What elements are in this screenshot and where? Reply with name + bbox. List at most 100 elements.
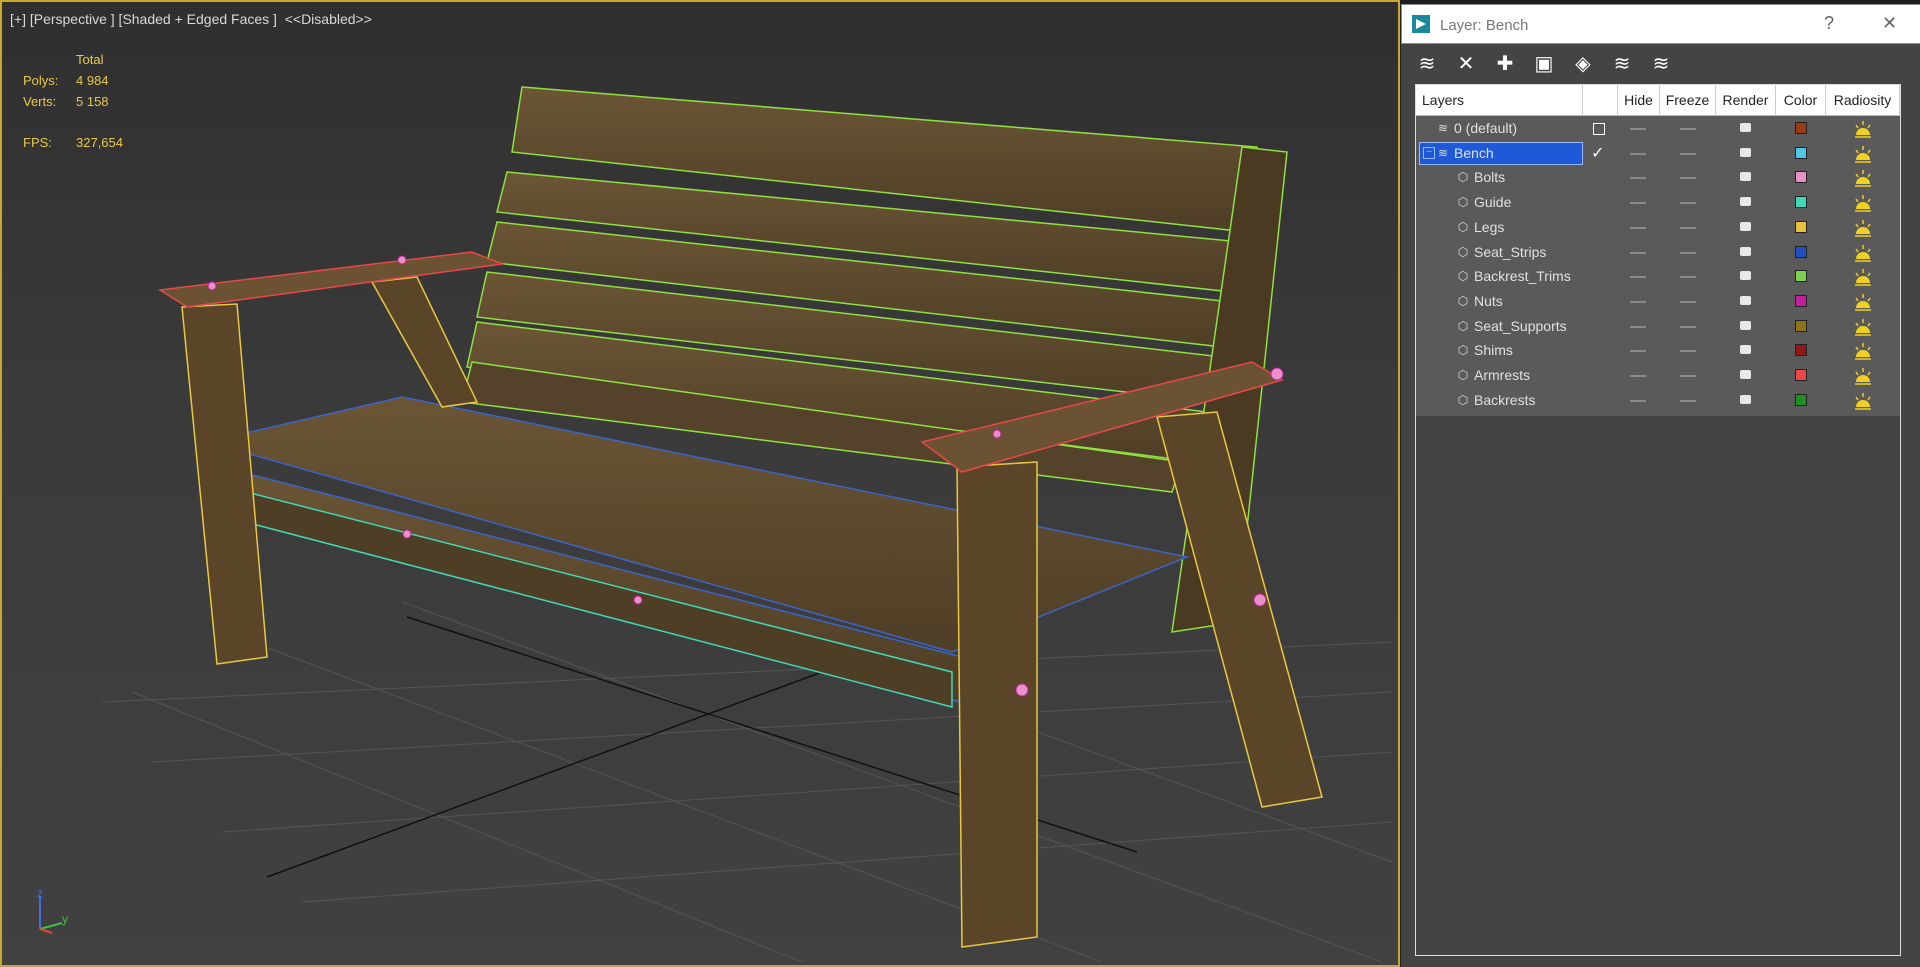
highlight-layer-icon[interactable]: ◈ bbox=[1571, 52, 1595, 76]
layer-color-swatch[interactable] bbox=[1795, 196, 1807, 209]
freeze-toggle[interactable] bbox=[1680, 276, 1696, 279]
help-button[interactable]: ? bbox=[1824, 13, 1834, 34]
render-teapot-icon[interactable] bbox=[1740, 370, 1751, 379]
render-teapot-icon[interactable] bbox=[1740, 172, 1751, 182]
freeze-toggle[interactable] bbox=[1680, 152, 1696, 155]
layer-name[interactable]: 0 (default) bbox=[1454, 120, 1517, 136]
radiosity-sun-icon[interactable] bbox=[1853, 292, 1873, 312]
render-teapot-icon[interactable] bbox=[1740, 295, 1751, 305]
hide-toggle[interactable] bbox=[1630, 350, 1646, 353]
layer-color-swatch[interactable] bbox=[1795, 270, 1807, 283]
layer-row[interactable]: ⬡ Armrests bbox=[1416, 363, 1900, 388]
render-teapot-icon[interactable] bbox=[1740, 394, 1751, 404]
radiosity-sun-icon[interactable] bbox=[1853, 218, 1873, 238]
freeze-toggle[interactable] bbox=[1680, 226, 1696, 229]
column-render[interactable]: Render bbox=[1716, 85, 1776, 115]
viewport-label[interactable]: [+] [Perspective ] [Shaded + Edged Faces… bbox=[10, 11, 372, 27]
hide-toggle[interactable] bbox=[1630, 375, 1646, 377]
layer-row[interactable]: ⬡ Guide bbox=[1416, 190, 1900, 215]
radiosity-sun-icon[interactable] bbox=[1853, 243, 1873, 263]
column-state[interactable] bbox=[1583, 85, 1618, 115]
render-teapot-icon[interactable] bbox=[1740, 147, 1751, 157]
add-to-layer-icon[interactable]: ✚ bbox=[1493, 52, 1517, 76]
freeze-toggle[interactable] bbox=[1680, 325, 1696, 328]
delete-layer-icon[interactable]: ✕ bbox=[1454, 52, 1478, 76]
active-layer-check-icon[interactable]: ✓ bbox=[1591, 143, 1604, 163]
collapse-icon[interactable]: − bbox=[1423, 146, 1435, 159]
layer-color-swatch[interactable] bbox=[1795, 294, 1807, 307]
select-objects-icon[interactable]: ▣ bbox=[1532, 52, 1556, 76]
layer-row[interactable]: ⬡ Backrest_Trims bbox=[1416, 264, 1900, 289]
hide-toggle[interactable] bbox=[1630, 128, 1646, 130]
layer-name[interactable]: Shims bbox=[1474, 342, 1513, 358]
hide-toggle[interactable] bbox=[1630, 276, 1646, 279]
column-hide[interactable]: Hide bbox=[1618, 85, 1660, 115]
render-teapot-icon[interactable] bbox=[1740, 123, 1751, 132]
render-teapot-icon[interactable] bbox=[1740, 320, 1751, 330]
render-teapot-icon[interactable] bbox=[1740, 246, 1751, 256]
freeze-toggle[interactable] bbox=[1680, 375, 1696, 377]
freeze-toggle[interactable] bbox=[1680, 399, 1696, 402]
freeze-toggle[interactable] bbox=[1680, 350, 1696, 353]
hide-all-layers-icon[interactable]: ≋ bbox=[1610, 52, 1634, 76]
hide-toggle[interactable] bbox=[1630, 399, 1646, 402]
layer-color-swatch[interactable] bbox=[1795, 220, 1807, 233]
radiosity-sun-icon[interactable] bbox=[1853, 119, 1873, 139]
render-teapot-icon[interactable] bbox=[1740, 345, 1751, 355]
render-teapot-icon[interactable] bbox=[1740, 271, 1751, 281]
layer-color-swatch[interactable] bbox=[1795, 393, 1807, 406]
layer-color-swatch[interactable] bbox=[1795, 319, 1807, 332]
column-freeze[interactable]: Freeze bbox=[1660, 85, 1716, 115]
radiosity-sun-icon[interactable] bbox=[1853, 366, 1873, 386]
radiosity-sun-icon[interactable] bbox=[1853, 267, 1873, 287]
layer-name[interactable]: Nuts bbox=[1474, 293, 1503, 309]
layer-name[interactable]: Backrest_Trims bbox=[1474, 268, 1571, 284]
layer-row[interactable]: ⬡ Backrests bbox=[1416, 388, 1900, 413]
layer-row[interactable]: ⬡ Seat_Supports bbox=[1416, 314, 1900, 339]
layer-name[interactable]: Legs bbox=[1474, 219, 1504, 235]
radiosity-sun-icon[interactable] bbox=[1853, 168, 1873, 188]
layer-color-swatch[interactable] bbox=[1795, 122, 1807, 134]
layer-color-swatch[interactable] bbox=[1795, 146, 1807, 159]
layer-name[interactable]: Bench bbox=[1454, 145, 1494, 161]
freeze-toggle[interactable] bbox=[1680, 300, 1696, 303]
layer-color-swatch[interactable] bbox=[1795, 344, 1807, 357]
layer-name[interactable]: Seat_Supports bbox=[1474, 318, 1567, 334]
radiosity-sun-icon[interactable] bbox=[1853, 341, 1873, 361]
render-teapot-icon[interactable] bbox=[1740, 197, 1751, 207]
radiosity-sun-icon[interactable] bbox=[1853, 144, 1873, 164]
hide-toggle[interactable] bbox=[1630, 325, 1646, 328]
bench-model-render[interactable] bbox=[2, 2, 1398, 965]
column-layers[interactable]: Layers bbox=[1416, 85, 1583, 115]
layer-row[interactable]: ⬡ Shims bbox=[1416, 338, 1900, 363]
render-teapot-icon[interactable] bbox=[1740, 221, 1751, 231]
radiosity-sun-icon[interactable] bbox=[1853, 317, 1873, 337]
column-radiosity[interactable]: Radiosity bbox=[1826, 85, 1900, 115]
perspective-viewport[interactable]: [+] [Perspective ] [Shaded + Edged Faces… bbox=[0, 0, 1400, 967]
freeze-toggle[interactable] bbox=[1680, 251, 1696, 254]
create-new-layer-icon[interactable]: ≋ bbox=[1415, 52, 1439, 76]
layer-row[interactable]: ⬡ Nuts bbox=[1416, 289, 1900, 314]
hide-toggle[interactable] bbox=[1630, 177, 1646, 180]
layer-tree[interactable]: Layers Hide Freeze Render Color Radiosit… bbox=[1415, 84, 1901, 956]
hide-toggle[interactable] bbox=[1630, 300, 1646, 303]
radiosity-sun-icon[interactable] bbox=[1853, 391, 1873, 411]
hide-toggle[interactable] bbox=[1630, 152, 1646, 155]
layer-row[interactable]: ≋ 0 (default) bbox=[1416, 116, 1900, 141]
freeze-toggle[interactable] bbox=[1680, 202, 1696, 205]
close-button[interactable]: ✕ bbox=[1882, 13, 1897, 34]
layer-name[interactable]: Guide bbox=[1474, 194, 1511, 210]
freeze-toggle[interactable] bbox=[1680, 128, 1696, 130]
layer-row[interactable]: − ≋ Bench ✓ bbox=[1416, 141, 1900, 166]
layer-row[interactable]: ⬡ Seat_Strips bbox=[1416, 240, 1900, 265]
layer-color-swatch[interactable] bbox=[1795, 369, 1807, 381]
layer-name[interactable]: Seat_Strips bbox=[1474, 244, 1546, 260]
layer-color-swatch[interactable] bbox=[1795, 171, 1807, 184]
layer-name[interactable]: Bolts bbox=[1474, 169, 1505, 185]
freeze-toggle[interactable] bbox=[1680, 177, 1696, 180]
radiosity-sun-icon[interactable] bbox=[1853, 193, 1873, 213]
freeze-all-layers-icon[interactable]: ≋ bbox=[1649, 52, 1673, 76]
current-layer-toggle[interactable] bbox=[1593, 123, 1605, 135]
layer-name[interactable]: Armrests bbox=[1474, 367, 1530, 383]
layer-row[interactable]: ⬡ Bolts bbox=[1416, 165, 1900, 190]
